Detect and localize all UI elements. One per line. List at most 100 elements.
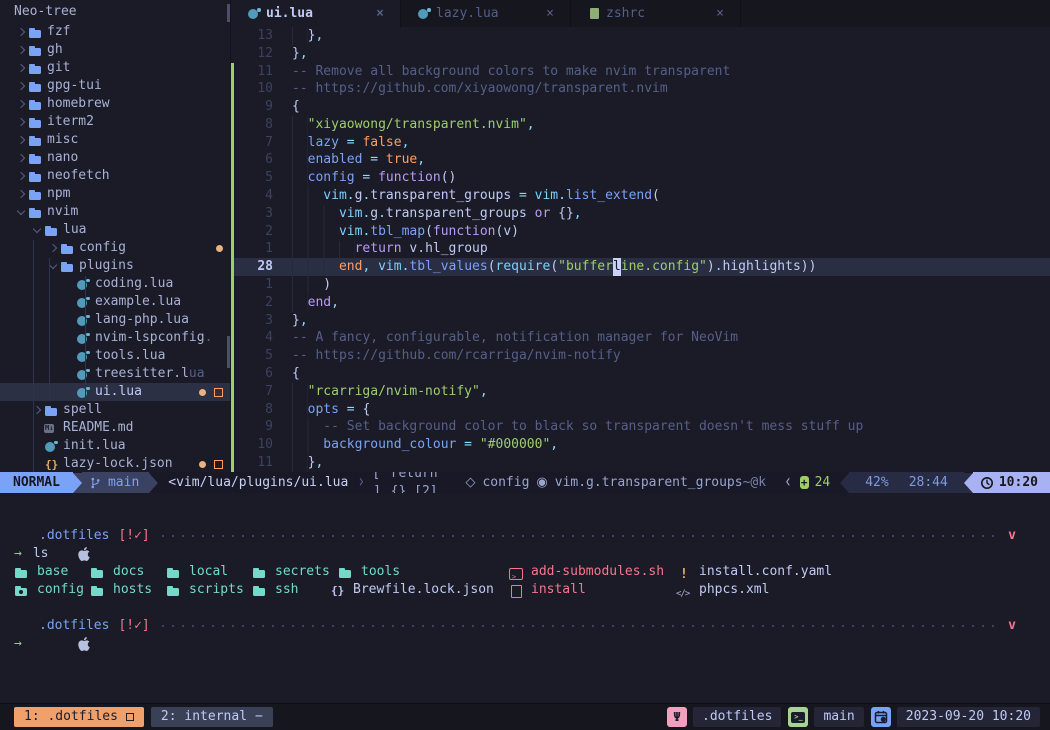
tree-item-coding.lua[interactable]: coding.lua xyxy=(0,275,230,293)
powerline-separator xyxy=(840,473,849,493)
prompt-git-status: [!✓] xyxy=(118,527,149,545)
dash-icon: − xyxy=(255,708,263,726)
tree-item-lua[interactable]: lua xyxy=(0,221,230,239)
folder-icon xyxy=(90,584,106,597)
tab-ui.lua[interactable]: ui.lua × xyxy=(231,0,401,27)
ls-entry-tools: tools xyxy=(338,563,400,581)
code-token: . xyxy=(362,187,370,205)
tmux-window-1[interactable]: 1: .dotfiles xyxy=(14,707,144,727)
tree-item-label: neofetch xyxy=(47,167,110,185)
tab-lazy.lua[interactable]: lazy.lua× xyxy=(401,0,571,27)
tree-item-plugins[interactable]: plugins xyxy=(0,257,230,275)
code-token: highlights xyxy=(723,258,801,276)
tree-item-treesitter.l[interactable]: treesitter.lua xyxy=(0,365,230,383)
tree-item-gh[interactable]: gh xyxy=(0,41,230,59)
code-line: 1return v.hl_group xyxy=(231,241,1050,259)
tree-item-label-truncated: ua xyxy=(189,366,205,381)
tree-item-label: tools.lua xyxy=(95,347,165,365)
tree-item-lang-php.lua[interactable]: lang-php.lua xyxy=(0,311,230,329)
tab-close-icon[interactable]: × xyxy=(546,5,554,23)
tree-item-fzf[interactable]: fzf xyxy=(0,23,230,41)
code-line: 10-- https://github.com/xiyaowong/transp… xyxy=(231,80,1050,98)
tree-item-nvim-lspconfig[interactable]: nvim-lspconfig. xyxy=(0,329,230,347)
code-line: 8"xiyaowong/transparent.nvim", xyxy=(231,116,1050,134)
chevron-right-icon xyxy=(14,83,28,89)
ls-entry-label: hosts xyxy=(113,581,152,599)
tree-item-iterm2[interactable]: iterm2 xyxy=(0,113,230,131)
tree-item-misc[interactable]: misc xyxy=(0,131,230,149)
code-token: , xyxy=(527,116,535,134)
ls-entry-secrets: secrets xyxy=(252,563,330,581)
tree-item-README.md[interactable]: README.md xyxy=(0,419,230,437)
folder-icon xyxy=(28,170,44,183)
ls-entry-docs: docs xyxy=(90,563,144,581)
tab-label: ui.lua xyxy=(266,5,313,23)
line-number: 11 xyxy=(237,454,273,472)
folder-icon xyxy=(28,188,44,201)
code-token: , xyxy=(417,151,425,169)
tab-close-icon[interactable]: × xyxy=(716,5,724,23)
lua-icon xyxy=(76,278,92,291)
tree-item-label: nvim xyxy=(47,203,78,221)
tmux-window-2[interactable]: 2: internal − xyxy=(151,707,273,727)
code-token: "#000000" xyxy=(480,436,550,454)
line-number: 12 xyxy=(237,45,273,63)
tree-item-label: iterm2 xyxy=(47,113,94,131)
tree-item-ui.lua[interactable]: ui.lua xyxy=(0,383,230,401)
folder-icon xyxy=(44,224,60,237)
tree-item-neofetch[interactable]: neofetch xyxy=(0,167,230,185)
git-branch-icon xyxy=(89,476,102,490)
calendar-clock-icon xyxy=(871,707,891,727)
dotted-leader xyxy=(162,535,996,537)
indent-guides xyxy=(292,258,339,276)
tree-item-label: nano xyxy=(47,149,78,167)
indent-guides xyxy=(292,205,339,223)
ls-entry-label: scripts xyxy=(189,581,244,599)
tab-zshrc[interactable]: zshrc× xyxy=(571,0,741,27)
line-number: 4 xyxy=(237,187,273,205)
code-token: v xyxy=(402,240,418,258)
ls-entry-label: local xyxy=(189,563,228,581)
package-icon: ◇ xyxy=(465,474,475,492)
tree-item-init.lua[interactable]: init.lua xyxy=(0,437,230,455)
command-line[interactable]: → xyxy=(0,635,1050,653)
code-token: = xyxy=(339,134,362,152)
lua-icon xyxy=(76,368,92,381)
tree-item-nvim[interactable]: nvim xyxy=(0,203,230,221)
tree-item-git[interactable]: git xyxy=(0,59,230,77)
tree-item-lazy-lock.json[interactable]: lazy-lock.json xyxy=(0,455,230,472)
code-token: . xyxy=(347,187,355,205)
tab-close-icon[interactable]: × xyxy=(376,5,384,23)
editor-buffer[interactable]: 13},12},11-- Remove all background color… xyxy=(231,27,1050,472)
branch-name: main xyxy=(108,474,139,492)
tree-item-tools.lua[interactable]: tools.lua xyxy=(0,347,230,365)
code-line: 4vim.g.transparent_groups = vim.list_ext… xyxy=(231,187,1050,205)
tree-item-label: gh xyxy=(47,41,63,59)
code-token: . xyxy=(715,258,723,276)
tree-item-label: fzf xyxy=(47,23,70,41)
code-line: 3vim.g.transparent_groups or {}, xyxy=(231,205,1050,223)
code-token: vim xyxy=(378,258,401,276)
tree-item-gpg-tui[interactable]: gpg-tui xyxy=(0,77,230,95)
tree-item-npm[interactable]: npm xyxy=(0,185,230,203)
tree-item-homebrew[interactable]: homebrew xyxy=(0,95,230,113)
git-added-count: 24 xyxy=(815,474,831,492)
code-token: enabled xyxy=(308,151,363,169)
code-token: { xyxy=(292,365,300,383)
tree-item-example.lua[interactable]: example.lua xyxy=(0,293,230,311)
chevron-right-icon xyxy=(14,191,28,197)
chevron-right-icon xyxy=(14,137,28,143)
ls-entry-base: base xyxy=(14,563,68,581)
keymap-indicator: ~@k xyxy=(743,474,766,492)
modified-dot xyxy=(199,389,206,396)
tree-item-nano[interactable]: nano xyxy=(0,149,230,167)
folder-icon xyxy=(28,80,44,93)
shell-pane[interactable]: .dotfiles [!✓] v → ls basedocslocalsecre… xyxy=(0,527,1050,653)
line-number: 10 xyxy=(237,80,273,98)
tree-item-config[interactable]: config xyxy=(0,239,230,257)
code-token: tbl_values xyxy=(409,258,487,276)
powerline-separator xyxy=(149,473,158,493)
ls-entry-install.conf.yaml: install.conf.yaml xyxy=(676,563,832,581)
tree-item-spell[interactable]: spell xyxy=(0,401,230,419)
pane-name: main xyxy=(814,707,863,727)
